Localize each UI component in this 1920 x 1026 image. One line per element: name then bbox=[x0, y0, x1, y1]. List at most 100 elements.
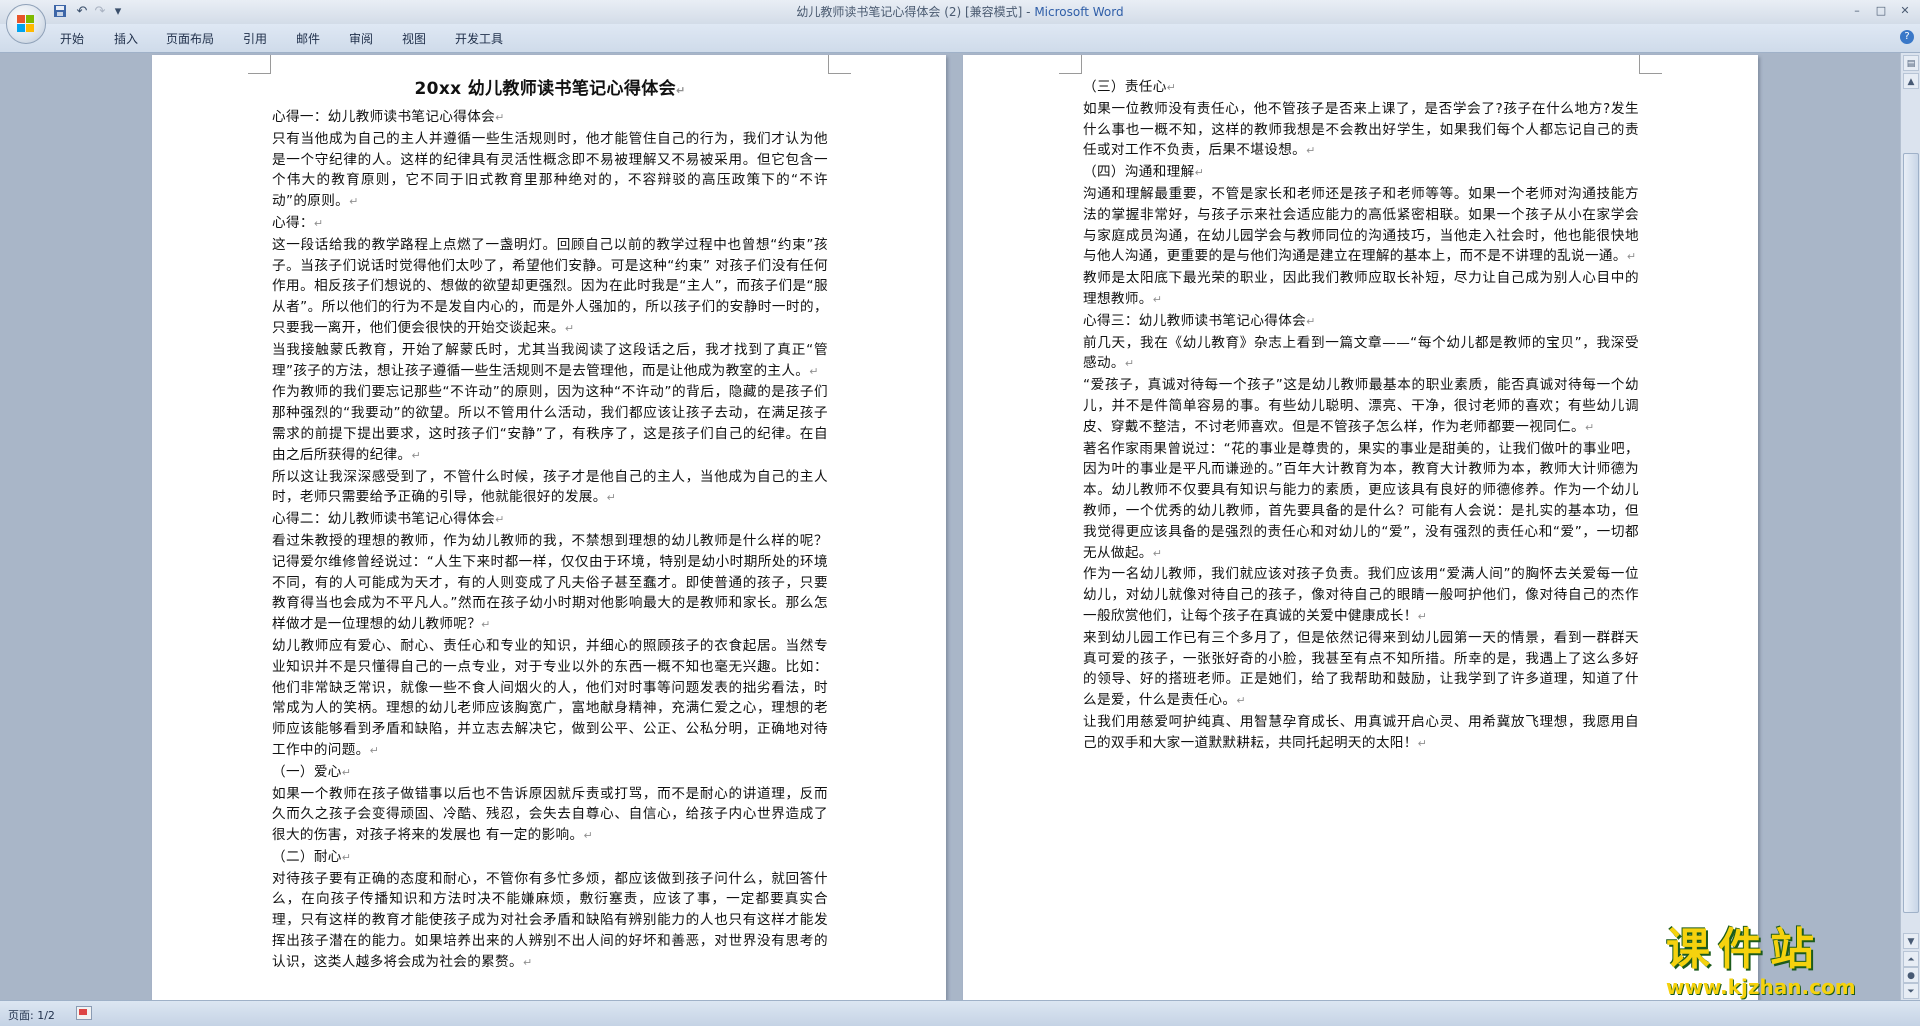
minimize-button[interactable]: – bbox=[1846, 2, 1868, 20]
paragraph: 所以这让我深深感受到了，不管什么时候，孩子才是他自己的主人，当他成为自己的主人时… bbox=[272, 467, 828, 510]
paragraph: 心得：↵ bbox=[272, 213, 828, 235]
paragraph-text: 前几天，我在《幼儿教育》杂志上看到一篇文章——“每个幼儿都是教师的宝贝”，我深受… bbox=[1083, 334, 1639, 372]
paragraph-text: 这一段话给我的教学路程上点燃了一盏明灯。回顾自己以前的教学过程中也曾想“约束”孩… bbox=[272, 236, 828, 336]
tab-references[interactable]: 引用 bbox=[243, 30, 267, 47]
paragraph-mark: ↵ bbox=[1152, 546, 1163, 560]
page-1[interactable]: 20xx 幼儿教师读书笔记心得体会↵ 心得一：幼儿教师读书笔记心得体会↵ 只有当他… bbox=[152, 55, 946, 1000]
paragraph-text: （三）责任心 bbox=[1083, 79, 1167, 95]
paragraph-text: 著名作家雨果曾说过：“花的事业是尊贵的，果实的事业是甜美的，让我们做叶的事业吧，… bbox=[1083, 440, 1639, 561]
paragraph: 作为一名幼儿教师，我们就应该对孩子负责。我们应该用“爱满人间”的胸怀去关爱每一位… bbox=[1083, 564, 1639, 627]
paragraph: 著名作家雨果曾说过：“花的事业是尊贵的，果实的事业是甜美的，让我们做叶的事业吧，… bbox=[1083, 439, 1639, 565]
paragraph-text: 对待孩子要有正确的态度和耐心，不管你有多忙多烦，都应该做到孩子问什么，就回答什么… bbox=[272, 870, 828, 970]
paragraph: （二）耐心↵ bbox=[272, 847, 828, 869]
watermark-url: www.kjzhan.com bbox=[1666, 975, 1856, 999]
paragraph-text: 心得三：幼儿教师读书笔记心得体会 bbox=[1083, 312, 1307, 329]
page-2-text[interactable]: （三）责任心↵ 如果一位教师没有责任心，他不管孩子是否来上课了，是否学会了?孩子在… bbox=[1083, 77, 1639, 755]
ribbon-tab-bar: 开始 插入 页面布局 引用 邮件 审阅 视图 开发工具 ? bbox=[0, 24, 1920, 53]
maximize-button[interactable]: □ bbox=[1870, 2, 1892, 20]
paragraph-mark: ↵ bbox=[1417, 609, 1428, 623]
document-heading: 20xx 幼儿教师读书笔记心得体会↵ bbox=[414, 79, 686, 99]
paragraph: 作为教师的我们要忘记那些“不许动”的原则，因为这种“不许动”的背后，隐藏的是孩子… bbox=[272, 382, 828, 466]
paragraph: 心得二：幼儿教师读书笔记心得体会↵ bbox=[272, 509, 828, 531]
paragraph: 看过朱教授的理想的教师，作为幼儿教师的我，不禁想到理想的幼儿教师是什么样的呢？记… bbox=[272, 531, 828, 636]
tab-review[interactable]: 审阅 bbox=[349, 30, 373, 47]
crop-mark bbox=[248, 55, 271, 74]
paragraph-mark: ↵ bbox=[1124, 357, 1135, 371]
page-count-status[interactable]: 页面: 1/2 bbox=[8, 1007, 55, 1023]
paragraph-text: 当我接触蒙氏教育，开始了解蒙氏时，尤其当我阅读了这段话之后，我才找到了真正“管理… bbox=[272, 341, 828, 379]
paragraph-text: 作为教师的我们要忘记那些“不许动”的原则，因为这种“不许动”的背后，隐藏的是孩子… bbox=[272, 384, 828, 463]
paragraph-text: 沟通和理解最重要，不管是家长和老师还是孩子和老师等等。如果一个老师对沟通技能方法… bbox=[1083, 185, 1639, 265]
paragraph: 幼儿教师应有爱心、耐心、责任心和专业的知识，并细心的照顾孩子的衣食起居。当然专业… bbox=[272, 636, 828, 762]
tab-insert[interactable]: 插入 bbox=[114, 30, 138, 47]
ruler-toggle-icon[interactable]: ▤ bbox=[1903, 55, 1919, 71]
paragraph: （四）沟通和理解↵ bbox=[1083, 162, 1639, 184]
paragraph-text: 作为一名幼儿教师，我们就应该对孩子负责。我们应该用“爱满人间”的胸怀去关爱每一位… bbox=[1083, 566, 1639, 624]
scrollbar-thumb[interactable] bbox=[1903, 153, 1919, 913]
paragraph-text: 心得一：幼儿教师读书笔记心得体会 bbox=[272, 109, 496, 125]
tab-page-layout[interactable]: 页面布局 bbox=[166, 30, 214, 47]
paragraph: 对待孩子要有正确的态度和耐心，不管你有多忙多烦，都应该做到孩子问什么，就回答什么… bbox=[272, 869, 828, 974]
paragraph-text: 来到幼儿园工作已有三个多月了，但是依然记得来到幼儿园第一天的情景，看到一群群天真… bbox=[1083, 629, 1639, 709]
paragraph-text: 如果一位教师没有责任心，他不管孩子是否来上课了，是否学会了?孩子在什么地方?发生… bbox=[1083, 100, 1639, 159]
paragraph-mark: ↵ bbox=[369, 743, 380, 757]
paragraph-mark: ↵ bbox=[1584, 420, 1595, 434]
paragraph-mark: ↵ bbox=[1194, 166, 1205, 180]
tab-mailings[interactable]: 邮件 bbox=[296, 30, 320, 47]
paragraph-mark: ↵ bbox=[341, 765, 352, 779]
paragraph-text: 心得二：幼儿教师读书笔记心得体会 bbox=[272, 511, 496, 528]
paragraph: 来到幼儿园工作已有三个多月了，但是依然记得来到幼儿园第一天的情景，看到一群群天真… bbox=[1083, 628, 1639, 712]
document-area[interactable]: 20xx 幼儿教师读书笔记心得体会↵ 心得一：幼儿教师读书笔记心得体会↵ 只有当他… bbox=[0, 53, 1900, 1000]
paragraph: （三）责任心↵ bbox=[1083, 77, 1639, 99]
paragraph-mark: ↵ bbox=[481, 618, 491, 632]
paragraph-mark: ↵ bbox=[341, 850, 352, 864]
paragraph: 如果一位教师没有责任心，他不管孩子是否来上课了，是否学会了?孩子在什么地方?发生… bbox=[1083, 99, 1639, 162]
paragraph-text: 教师是太阳底下最光荣的职业，因此我们教师应取长补短，尽力让自己成为别人心目中的理… bbox=[1083, 270, 1639, 307]
tab-home[interactable]: 开始 bbox=[60, 30, 84, 47]
paragraph-mark: ↵ bbox=[495, 513, 505, 527]
paragraph-mark: ↵ bbox=[523, 955, 533, 969]
paragraph-text: 心得： bbox=[272, 214, 314, 231]
office-button[interactable] bbox=[6, 4, 46, 44]
paragraph: 沟通和理解最重要，不管是家长和老师还是孩子和老师等等。如果一个老师对沟通技能方法… bbox=[1083, 184, 1639, 268]
paragraph: 前几天，我在《幼儿教育》杂志上看到一篇文章——“每个幼儿都是教师的宝贝”，我深受… bbox=[1083, 333, 1639, 376]
proofing-icon[interactable] bbox=[76, 1006, 92, 1020]
paragraph: 让我们用慈爱呵护纯真、用智慧孕育成长、用真诚开启心灵、用希冀放飞理想，我愿用自己… bbox=[1083, 712, 1639, 755]
paragraph-mark: ↵ bbox=[349, 195, 359, 209]
paragraph: 当我接触蒙氏教育，开始了解蒙氏时，尤其当我阅读了这段话之后，我才找到了真正“管理… bbox=[272, 340, 828, 383]
app-name: Microsoft Word bbox=[1034, 5, 1124, 19]
crop-mark bbox=[1639, 55, 1662, 74]
paragraph: 这一段话给我的教学路程上点燃了一盏明灯。回顾自己以前的教学过程中也曾想“约束”孩… bbox=[272, 235, 828, 340]
paragraph-mark: ↵ bbox=[1166, 81, 1177, 94]
scroll-up-icon[interactable]: ▲ bbox=[1903, 73, 1919, 89]
paragraph: 心得三：幼儿教师读书笔记心得体会↵ bbox=[1083, 311, 1639, 333]
paragraph-mark: ↵ bbox=[495, 111, 505, 124]
paragraph-text: 让我们用慈爱呵护纯真、用智慧孕育成长、用真诚开启心灵、用希冀放飞理想，我愿用自己… bbox=[1083, 713, 1639, 751]
tab-developer[interactable]: 开发工具 bbox=[455, 30, 503, 47]
paragraph-text: 如果一个教师在孩子做错事以后也不告诉原因就斥责或打骂，而不是耐心的讲道理，反而久… bbox=[272, 785, 828, 844]
status-bar: 页面: 1/2 bbox=[0, 1000, 1920, 1026]
paragraph: 如果一个教师在孩子做错事以后也不告诉原因就斥责或打骂，而不是耐心的讲道理，反而久… bbox=[272, 784, 828, 847]
page-1-text[interactable]: 20xx 幼儿教师读书笔记心得体会↵ 心得一：幼儿教师读书笔记心得体会↵ 只有当他… bbox=[272, 77, 828, 974]
watermark-logo-text: 课件站 bbox=[1666, 924, 1822, 975]
page-2[interactable]: （三）责任心↵ 如果一位教师没有责任心，他不管孩子是否来上课了，是否学会了?孩子在… bbox=[963, 55, 1758, 1000]
page-2-paragraphs: （三）责任心↵ 如果一位教师没有责任心，他不管孩子是否来上课了，是否学会了?孩子在… bbox=[1083, 77, 1639, 755]
paragraph-mark: ↵ bbox=[564, 321, 575, 335]
crop-mark bbox=[1059, 55, 1082, 74]
site-watermark: 课件站 www.kjzhan.com bbox=[1666, 925, 1906, 1005]
paragraph-mark: ↵ bbox=[1306, 314, 1316, 328]
paragraph-text: “爱孩子，真诚对待每一个孩子”这是幼儿教师最基本的职业素质，能否真诚对待每一个幼… bbox=[1083, 377, 1639, 435]
paragraph-text: 幼儿教师应有爱心、耐心、责任心和专业的知识，并细心的照顾孩子的衣食起居。当然专业… bbox=[272, 637, 828, 758]
paragraph-mark: ↵ bbox=[583, 829, 594, 843]
vertical-scrollbar[interactable]: ▤ ▲ ▼ ⏶ ● ⏷ bbox=[1900, 53, 1920, 1000]
paragraph-text: （四）沟通和理解 bbox=[1083, 164, 1195, 181]
close-button[interactable]: ✕ bbox=[1894, 2, 1916, 20]
paragraph-mark: ↵ bbox=[1417, 736, 1428, 750]
office-logo-icon bbox=[17, 15, 35, 33]
paragraph: 心得一：幼儿教师读书笔记心得体会↵ bbox=[272, 107, 828, 129]
paragraph: 只有当他成为自己的主人并遵循一些生活规则时，他才能管住自己的行为，我们才认为他是… bbox=[272, 129, 828, 213]
page-1-paragraphs: 心得一：幼儿教师读书笔记心得体会↵ 只有当他成为自己的主人并遵循一些生活规则时，他… bbox=[272, 107, 828, 974]
paragraph-mark: ↵ bbox=[411, 448, 422, 462]
help-icon[interactable]: ? bbox=[1900, 30, 1914, 44]
tab-view[interactable]: 视图 bbox=[402, 30, 426, 47]
